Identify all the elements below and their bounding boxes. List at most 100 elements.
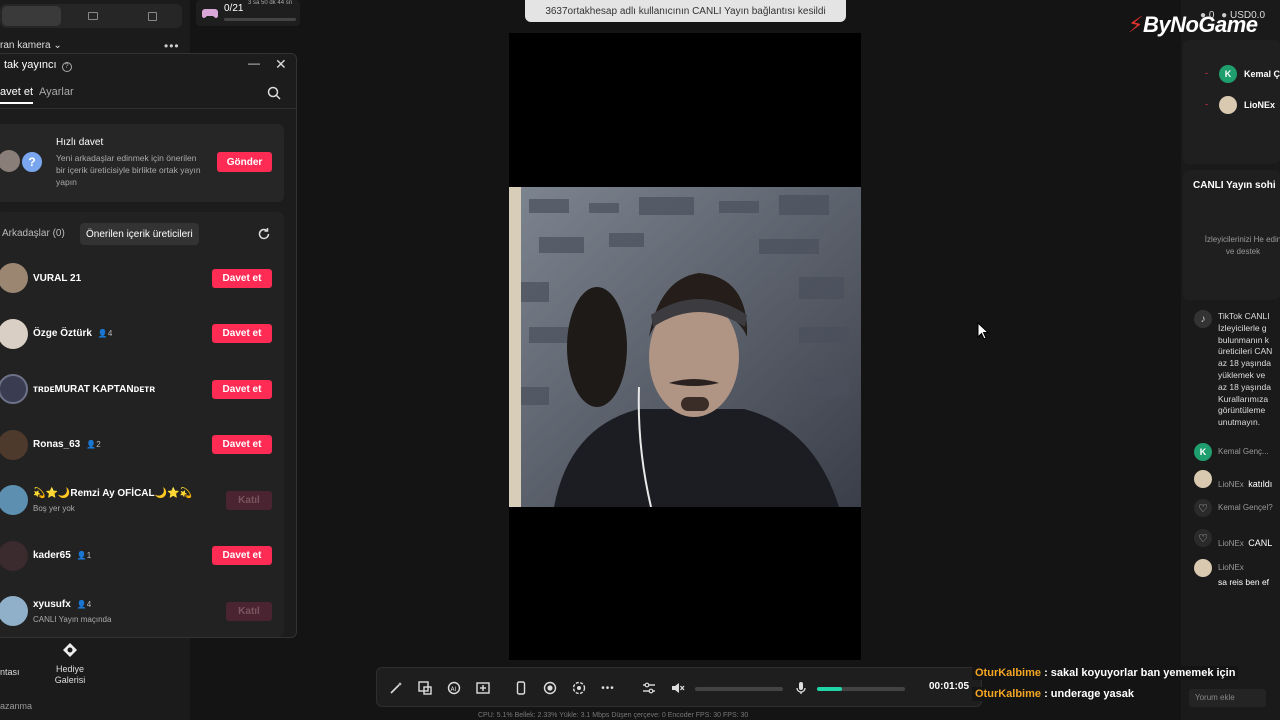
disconnect-banner: 3637ortakhesap adlı kullanıcının CANLI Y… [525,0,846,22]
view-mode-3[interactable] [123,4,182,28]
invite-button[interactable]: Davet et [212,435,272,454]
tab-invite[interactable]: avet et [0,86,34,104]
user-status: Boş yer yok [33,504,75,513]
magic-wand-icon[interactable] [388,680,404,696]
transform-icon[interactable] [417,680,433,696]
list-item [0,319,28,349]
coin-icon: ● [1221,10,1228,21]
stream-toolbar: AI ••• 00:01:05 [376,667,982,707]
viewer-count: 👤4 [76,600,92,609]
list-item [0,485,28,515]
landscape-icon [87,12,98,20]
sidebar-item-label[interactable]: ntası [0,667,20,677]
minimize-icon[interactable]: — [248,56,260,70]
person-icon: 👤 [86,440,97,449]
gift-gallery-icon [62,642,78,658]
ai-icon[interactable]: AI [446,680,462,696]
mic-slider[interactable] [817,687,905,691]
avatar: K [1219,65,1237,83]
avatar [0,430,28,460]
chevron-down-icon: ⌄ [53,40,62,51]
friends-filter[interactable]: Arkadaşlar (0) [2,228,65,239]
avatar [1219,96,1237,114]
send-button[interactable]: Gönder [217,152,272,172]
avatar [0,374,28,404]
heart-icon: ♡ [1194,499,1212,517]
avatar [0,319,28,349]
person-icon: 👤 [76,600,87,609]
chat-message: LioNEx katıldı [1218,479,1273,489]
tiktok-notice: TikTok CANLI İzleyicilerle g bulunmanın kü… [1218,311,1273,428]
tiktok-icon: ♪ [1194,310,1212,328]
chat-title: CANLI Yayın sohi [1193,180,1276,191]
invite-button[interactable]: Davet et [212,324,272,343]
view-mode-2[interactable] [63,4,122,28]
quick-invite-title: Hızlı davet [56,137,104,148]
panel-title: tak yayıncı ? [4,59,72,72]
user-name: Ronas_63 👤2 [33,439,101,450]
progress-widget: 0/21 3 sa 50 dk 44 sn [196,0,300,26]
avatar: K [1194,443,1212,461]
chat-user: Kemal Gençel? [1218,503,1273,512]
avatar [1194,470,1212,488]
join-button[interactable]: Katıl [226,602,272,621]
viewer-count: 👤2 [86,440,101,449]
add-layout-icon[interactable] [475,680,491,696]
user-name: VURAL 21 [33,273,82,284]
invite-button[interactable]: Davet et [212,546,272,565]
phone-icon[interactable] [513,680,529,696]
sidebar-item-label[interactable]: azanma [0,701,32,711]
list-item [0,596,28,626]
volume-slider[interactable] [695,687,783,691]
speaker-muted-icon[interactable] [670,680,686,696]
stat-value: 0 [1208,10,1215,21]
stats-hud: ● 0 ● USD0.0 [1200,10,1265,21]
more-icon[interactable]: ••• [600,680,616,696]
join-button[interactable]: Katıl [226,491,272,510]
search-icon[interactable] [267,86,281,100]
screenshot-icon[interactable] [571,680,587,696]
comment-input[interactable]: Yorum ekle [1189,689,1266,707]
overlay-chat-line: OturKalbime : underage yasak [972,687,1137,701]
quick-invite-description: Yeni arkadaşlar edinmek için önerilen bi… [56,153,201,187]
view-mode-selector [0,4,182,28]
user-name: kader65 👤1 [33,550,92,561]
invite-button[interactable]: Davet et [212,269,272,288]
close-icon[interactable]: ✕ [275,56,287,73]
camera-selector[interactable]: ran kamera ⌄ [0,40,62,51]
user-status: CANLI Yayın maçında [33,615,112,624]
cursor-icon [977,322,989,340]
user-name: ᴛʀᴅᴇMURAT KAPTANᴅᴇᴛʀ [33,384,156,395]
more-options-icon[interactable]: ••• [164,39,180,53]
mixer-icon[interactable] [641,680,657,696]
help-icon[interactable]: ? [61,62,72,72]
stream-timer: 00:01:05 [929,681,970,692]
viewer-count: 👤1 [76,551,92,560]
suggested-filter[interactable]: Önerilen içerik üreticileri [80,223,199,245]
view-mode-1[interactable] [2,6,62,26]
chat-user: LioNEx [1218,563,1244,572]
person-icon: 👤 [76,551,87,560]
record-icon[interactable] [542,680,558,696]
gift-gallery-button[interactable]: Hediye Galerisi [48,664,92,686]
rank-dash: - [1205,68,1208,78]
avatar [0,541,28,571]
refresh-icon[interactable] [257,227,271,241]
webcam-feed [509,187,861,507]
microphone-icon[interactable] [793,680,809,696]
invite-button[interactable]: Davet et [212,380,272,399]
user-name: Özge Öztürk 👤4 [33,328,113,339]
avatar [1194,559,1212,577]
tab-settings[interactable]: Ayarlar [39,86,74,98]
question-icon: ? [20,150,44,174]
user-name: xyusufx 👤4 [33,599,92,610]
overlay-chat-line: OturKalbime : sakal koyuyorlar ban yemem… [972,666,1239,680]
panel-tabs: avet et Ayarlar [0,86,296,106]
chat-message: LioNEx CANL [1218,538,1273,548]
chat-text: sa reis ben ef [1218,577,1270,587]
flame-icon: ⚡ [1128,12,1143,37]
rank-dash: - [1205,99,1208,109]
viewer-count: 👤4 [97,329,113,338]
avatar [0,263,28,293]
progress-bar [224,18,296,21]
